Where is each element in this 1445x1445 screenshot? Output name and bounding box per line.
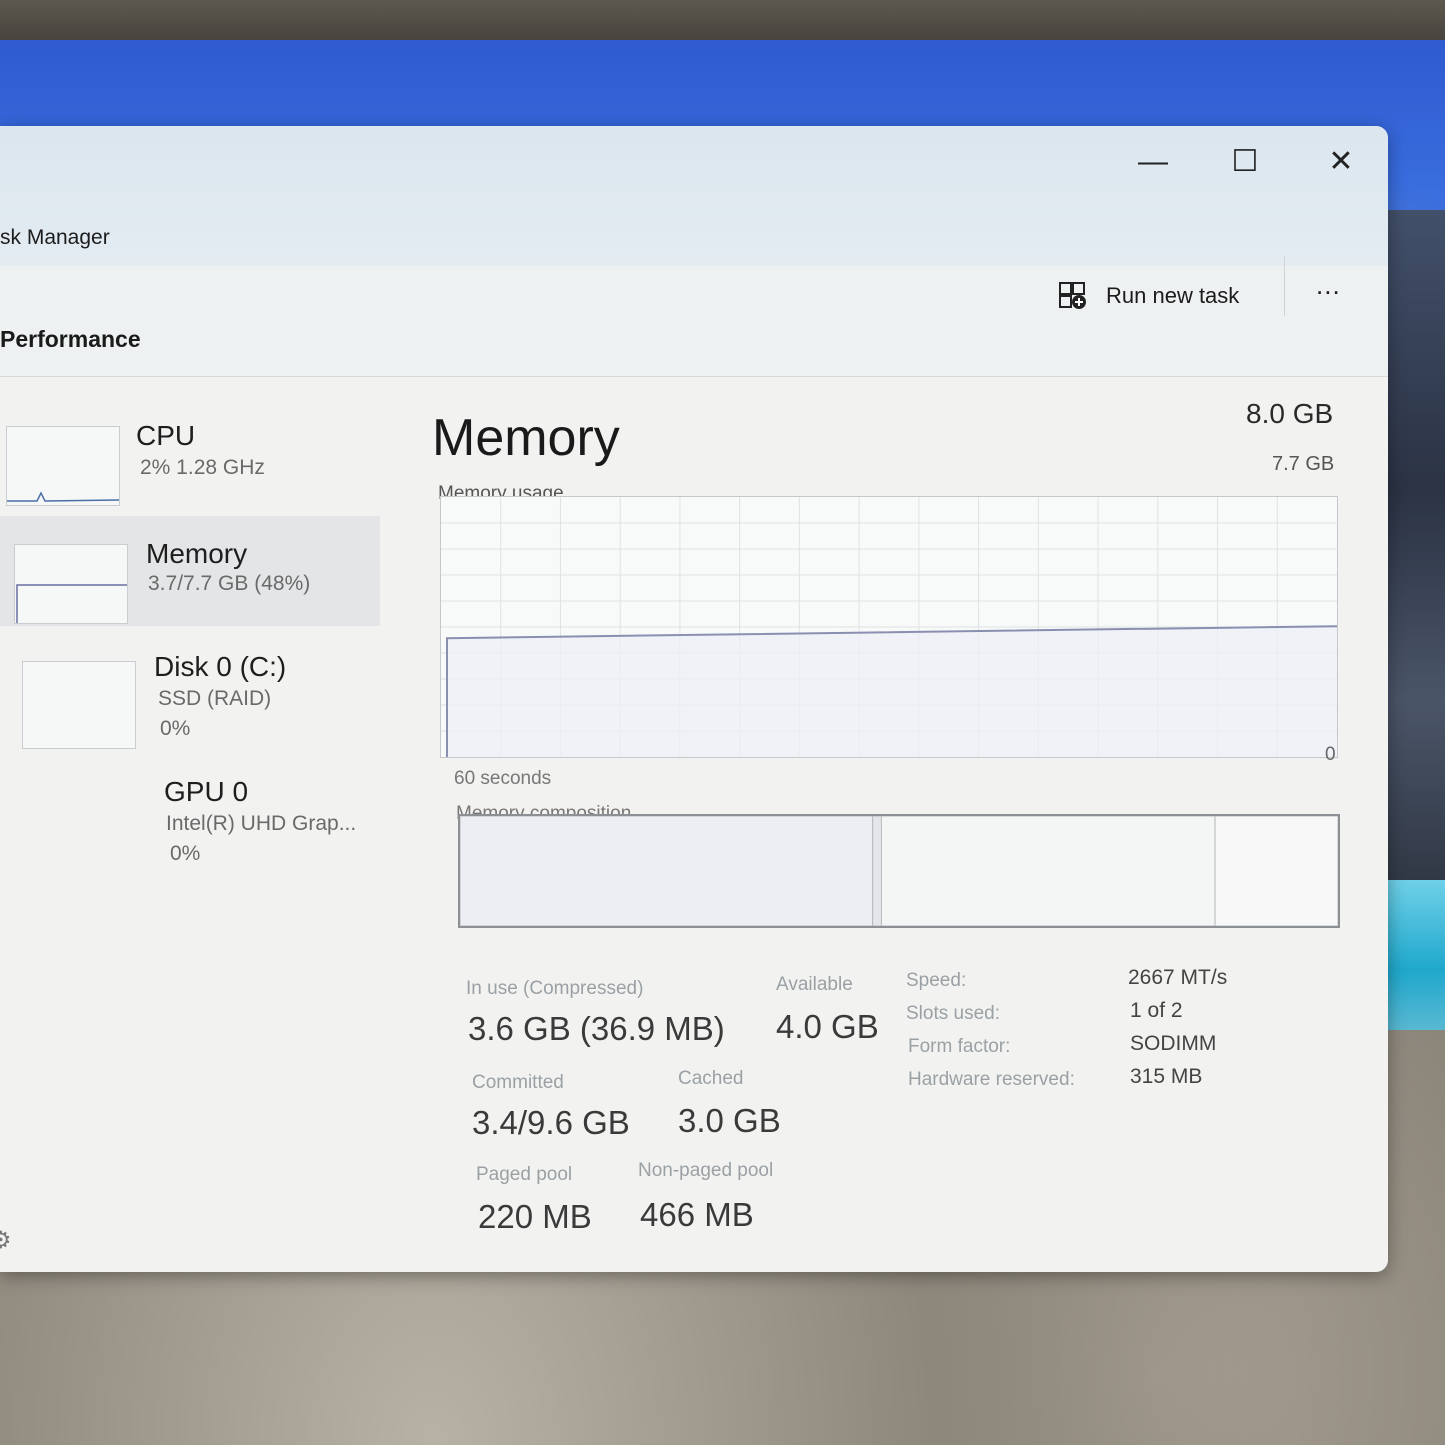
non-paged-pool-label: Non-paged pool (638, 1160, 774, 1181)
more-options-button[interactable]: ... (1316, 270, 1341, 301)
composition-in-use (459, 815, 874, 927)
available-label: Available (776, 974, 853, 995)
memory-usage-area (447, 626, 1337, 757)
memory-thumbnail-graph (14, 544, 128, 624)
memory-composition-bar (458, 814, 1340, 928)
memory-usage-svg (441, 497, 1338, 757)
sidebar-item-detail: 2% 1.28 GHz (140, 456, 265, 479)
memory-total: 8.0 GB (1246, 398, 1334, 429)
paged-pool-label: Paged pool (476, 1164, 573, 1185)
sidebar-item-detail: 3.7/7.7 GB (48%) (148, 572, 311, 595)
hardware-reserved-value: 315 MB (1130, 1065, 1203, 1088)
available-value: 4.0 GB (776, 1008, 879, 1045)
page-title: Performance (0, 326, 141, 352)
composition-standby (880, 815, 1216, 927)
cpu-thumbnail-graph (6, 426, 120, 506)
minimize-button[interactable]: — (1130, 140, 1176, 184)
form-factor-label: Form factor: (908, 1036, 1011, 1057)
committed-label: Committed (472, 1072, 564, 1093)
sidebar-item-cpu[interactable]: CPU 2% 1.28 GHz (0, 416, 380, 516)
sidebar-item-label: Disk 0 (C:) (154, 651, 287, 682)
memory-composition-svg (459, 815, 1339, 927)
in-use-label: In use (Compressed) (466, 978, 644, 999)
sidebar-item-gpu[interactable]: GPU 0 Intel(R) UHD Grap... 0% (0, 766, 380, 876)
memory-usage-graph (440, 496, 1338, 758)
sidebar-item-usage: 0% (170, 842, 201, 865)
window-title: sk Manager (0, 226, 110, 249)
title-bar: sk Manager — ☐ ✕ (0, 126, 1388, 266)
sidebar-item-label: Memory (146, 538, 248, 569)
memory-heading: Memory (432, 409, 620, 467)
form-factor-value: SODIMM (1130, 1032, 1217, 1055)
disk-thumbnail-graph (22, 661, 136, 749)
composition-free (1214, 815, 1339, 927)
composition-modified (872, 815, 882, 927)
task-manager-window: sk Manager — ☐ ✕ Performance Run new tas… (0, 126, 1388, 1272)
sidebar-item-disk[interactable]: Disk 0 (C:) SSD (RAID) 0% (0, 641, 380, 751)
run-new-task-button[interactable]: Run new task (1058, 276, 1239, 316)
non-paged-pool-value: 466 MB (640, 1196, 754, 1233)
sidebar-item-detail: Intel(R) UHD Grap... (166, 812, 357, 835)
sidebar-item-label: CPU (136, 420, 196, 451)
speed-value: 2667 MT/s (1128, 966, 1228, 989)
speed-label: Speed: (906, 970, 967, 991)
close-button[interactable]: ✕ (1318, 140, 1364, 184)
run-task-icon (1058, 281, 1088, 311)
committed-value: 3.4/9.6 GB (472, 1104, 630, 1141)
slots-used-label: Slots used: (906, 1003, 1000, 1024)
time-span-label: 60 seconds (454, 768, 552, 789)
cached-label: Cached (678, 1068, 744, 1089)
toolbar-separator (1284, 256, 1285, 316)
cached-value: 3.0 GB (678, 1102, 781, 1139)
maximize-button[interactable]: ☐ (1222, 140, 1268, 184)
hardware-reserved-label: Hardware reserved: (908, 1069, 1075, 1090)
gear-icon[interactable]: ⚙ (0, 1226, 12, 1255)
memory-graph-max: 7.7 GB (1272, 453, 1335, 475)
sidebar-item-memory[interactable]: Memory 3.7/7.7 GB (48%) (0, 516, 380, 626)
sidebar-item-detail: SSD (RAID) (158, 687, 272, 710)
memory-graph-min: 0 (1325, 744, 1336, 765)
sidebar-item-usage: 0% (160, 717, 191, 740)
sidebar-item-label: GPU 0 (164, 776, 249, 807)
wallpaper-rocks (1385, 210, 1445, 910)
in-use-value: 3.6 GB (36.9 MB) (468, 1010, 725, 1047)
paged-pool-value: 220 MB (478, 1198, 592, 1235)
slots-used-value: 1 of 2 (1130, 999, 1183, 1022)
run-new-task-label: Run new task (1106, 283, 1240, 308)
